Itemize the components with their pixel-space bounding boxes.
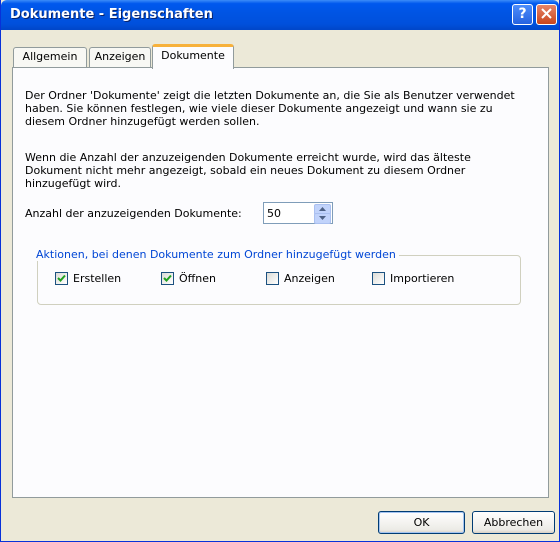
checkmark-icon (57, 274, 66, 282)
limit-info-text: Wenn die Anzahl der anzuzeigenden Dokume… (25, 151, 471, 190)
window-title: Dokumente - Eigenschaften (10, 7, 213, 22)
ok-button[interactable]: OK (378, 511, 465, 534)
tab-dokumente[interactable]: Dokumente (152, 44, 234, 69)
checkbox-label: Öffnen (179, 272, 216, 285)
chevron-up-icon (319, 207, 326, 211)
checkbox-label: Importieren (390, 272, 455, 285)
count-spinner[interactable] (263, 202, 333, 224)
count-label: Anzahl der anzuzeigenden Dokumente: (25, 207, 242, 220)
cancel-button[interactable]: Abbrechen (472, 511, 555, 534)
checkbox-box[interactable] (161, 272, 174, 285)
tab-allgemein[interactable]: Allgemein (13, 47, 87, 67)
spin-down-button[interactable] (314, 213, 331, 224)
checkbox-box[interactable] (55, 272, 68, 285)
checkbox-label: Anzeigen (284, 272, 335, 285)
count-input[interactable] (264, 203, 313, 223)
checkbox-box[interactable] (372, 272, 385, 285)
help-icon: ? (518, 6, 527, 22)
intro-text: Der Ordner 'Dokumente' zeigt die letzten… (25, 89, 515, 128)
checkbox-label: Erstellen (73, 272, 122, 285)
title-bar[interactable]: Dokumente - Eigenschaften ? (1, 0, 559, 30)
properties-dialog: Dokumente - Eigenschaften ? Allgemein An… (0, 0, 560, 542)
close-icon (541, 8, 552, 19)
chevron-down-icon (319, 216, 326, 220)
help-button[interactable]: ? (512, 4, 533, 25)
close-button[interactable] (536, 4, 557, 25)
checkmark-icon (163, 274, 172, 282)
checkbox-box[interactable] (266, 272, 279, 285)
actions-group-legend: Aktionen, bei denen Dokumente zum Ordner… (33, 248, 399, 261)
tab-anzeigen[interactable]: Anzeigen (89, 47, 151, 67)
